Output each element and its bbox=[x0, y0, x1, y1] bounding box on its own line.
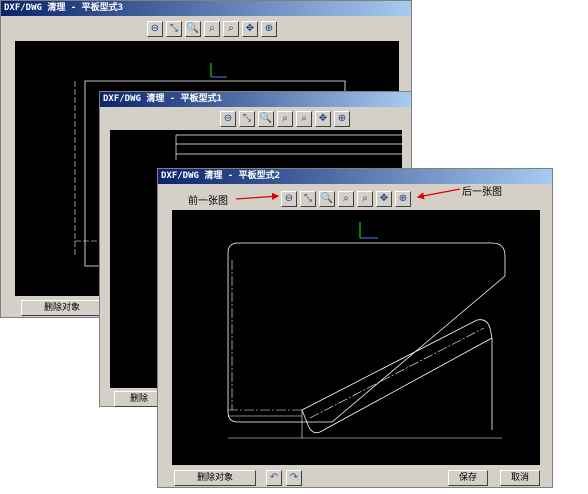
zoom-fit-icon[interactable]: ⤡ bbox=[166, 21, 182, 37]
save-button[interactable]: 保存 bbox=[448, 470, 488, 486]
next-drawing-icon[interactable]: ⊕ bbox=[334, 111, 350, 127]
toolbar: ⊖ ⤡ 🔍 ⌕ ⌕ ✥ ⊕ bbox=[281, 191, 411, 209]
zoom-previous-icon[interactable]: ⌕ bbox=[296, 111, 312, 127]
zoom-previous-icon[interactable]: ⌕ bbox=[357, 191, 373, 207]
window-title: DXF/DWG 清理 - 平板型式1 bbox=[100, 92, 411, 107]
toolbar: ⊖ ⤡ 🔍 ⌕ ⌕ ✥ ⊕ bbox=[147, 21, 277, 39]
zoom-in-icon[interactable]: 🔍 bbox=[319, 191, 335, 207]
delete-objects-button[interactable]: 删除对象 bbox=[174, 470, 256, 486]
previous-drawing-annotation: 前一张图 bbox=[188, 196, 228, 207]
previous-drawing-icon[interactable]: ⊖ bbox=[220, 111, 236, 127]
zoom-window-icon[interactable]: ⌕ bbox=[204, 21, 220, 37]
undo-icon[interactable]: ↶ bbox=[266, 470, 282, 486]
cancel-button[interactable]: 取消 bbox=[500, 470, 540, 486]
zoom-in-icon[interactable]: 🔍 bbox=[258, 111, 274, 127]
zoom-window-icon[interactable]: ⌕ bbox=[277, 111, 293, 127]
pan-icon[interactable]: ✥ bbox=[242, 21, 258, 37]
zoom-fit-icon[interactable]: ⤡ bbox=[239, 111, 255, 127]
delete-objects-button[interactable]: 删除对象 bbox=[21, 300, 103, 316]
drawing-preview bbox=[227, 222, 506, 439]
redo-icon[interactable]: ↷ bbox=[286, 470, 302, 486]
next-drawing-icon[interactable]: ⊕ bbox=[395, 191, 411, 207]
next-drawing-icon[interactable]: ⊕ bbox=[261, 21, 277, 37]
drawing-canvas[interactable] bbox=[172, 210, 540, 465]
pan-icon[interactable]: ✥ bbox=[315, 111, 331, 127]
window-platform-type2: DXF/DWG 清理 - 平板型式2 ⊖ ⤡ 🔍 ⌕ ⌕ ✥ ⊕ 删除对象 ↶ … bbox=[157, 168, 553, 488]
next-drawing-annotation: 后一张图 bbox=[462, 187, 502, 198]
zoom-previous-icon[interactable]: ⌕ bbox=[223, 21, 239, 37]
zoom-fit-icon[interactable]: ⤡ bbox=[300, 191, 316, 207]
pan-icon[interactable]: ✥ bbox=[376, 191, 392, 207]
toolbar: ⊖ ⤡ 🔍 ⌕ ⌕ ✥ ⊕ bbox=[220, 111, 350, 129]
window-title: DXF/DWG 清理 - 平板型式3 bbox=[1, 1, 411, 16]
zoom-in-icon[interactable]: 🔍 bbox=[185, 21, 201, 37]
zoom-window-icon[interactable]: ⌕ bbox=[338, 191, 354, 207]
window-title: DXF/DWG 清理 - 平板型式2 bbox=[158, 169, 552, 184]
previous-drawing-icon[interactable]: ⊖ bbox=[281, 191, 297, 207]
previous-drawing-icon[interactable]: ⊖ bbox=[147, 21, 163, 37]
